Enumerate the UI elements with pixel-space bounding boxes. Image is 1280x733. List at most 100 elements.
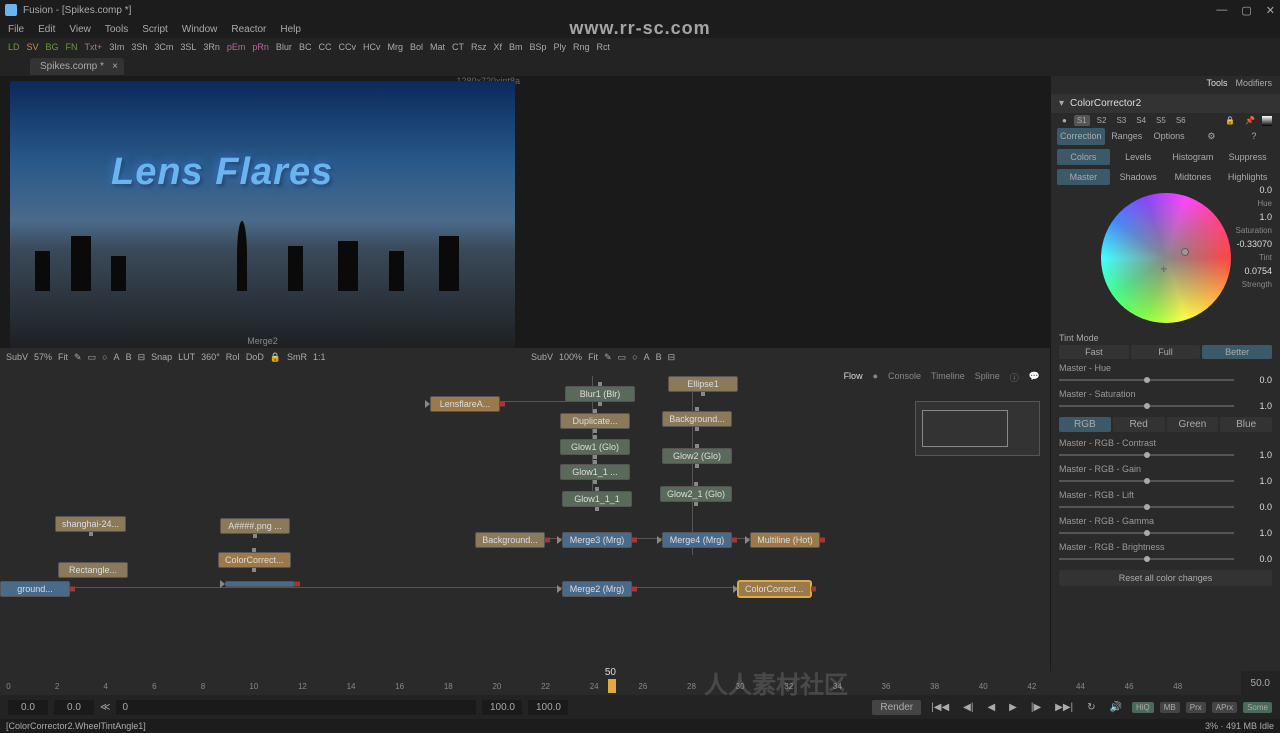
current-frame[interactable]: 0 bbox=[116, 700, 476, 715]
node-blur1[interactable]: Blur1 (Blr) bbox=[565, 386, 635, 402]
node-multiline[interactable]: Multiline (Hot) bbox=[750, 532, 820, 548]
node-merge4[interactable]: Merge4 (Mrg) bbox=[662, 532, 732, 548]
store-s1[interactable]: S1 bbox=[1074, 115, 1090, 126]
subv-label[interactable]: SubV bbox=[531, 352, 553, 362]
hiq-toggle[interactable]: HiQ bbox=[1132, 702, 1154, 713]
tool-icon[interactable]: ○ bbox=[632, 352, 637, 362]
lock-icon[interactable]: 🔒 bbox=[270, 352, 281, 363]
play-back-icon[interactable]: ◀ bbox=[983, 700, 999, 715]
store-s2[interactable]: S2 bbox=[1094, 115, 1110, 126]
ranges-tab[interactable]: Ranges bbox=[1107, 128, 1147, 145]
swatch-icon[interactable] bbox=[1262, 116, 1272, 126]
green-tab[interactable]: Green bbox=[1167, 417, 1219, 432]
param-value[interactable]: 0.0 bbox=[1240, 502, 1272, 512]
node-glow2[interactable]: Glow2 (Glo) bbox=[662, 448, 732, 464]
tool-icon[interactable]: ▭ bbox=[88, 352, 97, 363]
lock-icon[interactable]: 🔒 bbox=[1222, 115, 1238, 126]
aprx-toggle[interactable]: APrx bbox=[1212, 702, 1237, 713]
minimize-button[interactable]: — bbox=[1216, 4, 1227, 17]
console-tab[interactable]: Console bbox=[888, 371, 921, 384]
tool-rct[interactable]: Rct bbox=[597, 42, 611, 52]
tool-cc[interactable]: CC bbox=[318, 42, 331, 52]
timeline-tab[interactable]: Timeline bbox=[931, 371, 965, 384]
tool-3sh[interactable]: 3Sh bbox=[131, 42, 147, 52]
correction-tab[interactable]: Correction bbox=[1057, 128, 1105, 145]
red-tab[interactable]: Red bbox=[1113, 417, 1165, 432]
node-merge3[interactable]: Merge3 (Mrg) bbox=[562, 532, 632, 548]
wheel-marker[interactable] bbox=[1181, 248, 1189, 256]
range-start[interactable]: 0.0 bbox=[8, 700, 48, 715]
ratio-button[interactable]: 1:1 bbox=[313, 352, 326, 362]
insp-tools-tab[interactable]: Tools bbox=[1206, 78, 1227, 92]
mb-toggle[interactable]: MB bbox=[1160, 702, 1180, 713]
tint-value[interactable]: -0.33070 bbox=[1236, 239, 1272, 249]
flow-navigator[interactable] bbox=[915, 401, 1040, 456]
slider[interactable] bbox=[1059, 405, 1234, 407]
playhead[interactable]: 50 bbox=[608, 679, 616, 693]
step-fwd-icon[interactable]: |▶ bbox=[1027, 700, 1045, 715]
render-button[interactable]: Render bbox=[872, 700, 921, 715]
spline-tab[interactable]: Spline bbox=[975, 371, 1000, 384]
tool-rng[interactable]: Rng bbox=[573, 42, 590, 52]
in-point[interactable]: 0.0 bbox=[54, 700, 94, 715]
lut-button[interactable]: LUT bbox=[178, 352, 195, 362]
menu-script[interactable]: Script bbox=[142, 24, 168, 35]
store-s6[interactable]: S6 bbox=[1173, 115, 1189, 126]
timeline[interactable]: 50 0246810121416182022242628303234363840… bbox=[0, 671, 1280, 695]
flow-tab[interactable]: Flow bbox=[844, 371, 863, 384]
tool-bg[interactable]: BG bbox=[46, 42, 59, 52]
viewer-right[interactable]: SubV 100% Fit ✎ ▭ ○ A B ⊟ bbox=[525, 76, 1050, 366]
colors-tab[interactable]: Colors bbox=[1057, 149, 1110, 165]
tool-rsz[interactable]: Rsz bbox=[471, 42, 487, 52]
node-background-top[interactable]: Background... bbox=[662, 411, 732, 427]
options-tab[interactable]: Options bbox=[1149, 128, 1189, 145]
split-button[interactable]: ⊟ bbox=[668, 352, 676, 363]
menu-reactor[interactable]: Reactor bbox=[231, 24, 266, 35]
node-glow2-1[interactable]: Glow2_1 (Glo) bbox=[660, 486, 732, 502]
node-lensflare[interactable]: LensflareA... bbox=[430, 396, 500, 412]
shadows-tab[interactable]: Shadows bbox=[1112, 169, 1165, 185]
slider[interactable] bbox=[1059, 558, 1234, 560]
tool-ct[interactable]: CT bbox=[452, 42, 464, 52]
tool-bm[interactable]: Bm bbox=[509, 42, 523, 52]
tool-bc[interactable]: BC bbox=[299, 42, 312, 52]
a-button[interactable]: A bbox=[114, 352, 120, 362]
node-glow1-1-1[interactable]: Glow1_1_1 bbox=[562, 491, 632, 507]
slider[interactable] bbox=[1059, 506, 1234, 508]
slider[interactable] bbox=[1059, 480, 1234, 482]
smr-button[interactable]: SmR bbox=[287, 352, 307, 362]
tool-3cm[interactable]: 3Cm bbox=[154, 42, 173, 52]
strength-value[interactable]: 0.0754 bbox=[1236, 266, 1272, 276]
store-s3[interactable]: S3 bbox=[1113, 115, 1129, 126]
subv-label[interactable]: SubV bbox=[6, 352, 28, 362]
menu-tools[interactable]: Tools bbox=[105, 24, 128, 35]
sat-value[interactable]: 1.0 bbox=[1236, 212, 1272, 222]
navigator-viewbox[interactable] bbox=[922, 410, 1008, 447]
menu-help[interactable]: Help bbox=[280, 24, 301, 35]
tool-3im[interactable]: 3Im bbox=[109, 42, 124, 52]
tool-pem[interactable]: pEm bbox=[227, 42, 246, 52]
insp-modifiers-tab[interactable]: Modifiers bbox=[1235, 78, 1272, 92]
tool-icon[interactable]: ✎ bbox=[604, 352, 612, 363]
node-glow1[interactable]: Glow1 (Glo) bbox=[560, 439, 630, 455]
tool-ld[interactable]: LD bbox=[8, 42, 20, 52]
rgb-tab[interactable]: RGB bbox=[1059, 417, 1111, 432]
tool-ccv[interactable]: CCv bbox=[338, 42, 356, 52]
dod-button[interactable]: DoD bbox=[246, 352, 264, 362]
node-background1[interactable]: Background... bbox=[475, 532, 545, 548]
play-icon[interactable]: ▶ bbox=[1005, 700, 1021, 715]
zoom-value[interactable]: 57% bbox=[34, 352, 52, 362]
node-colorcorrect[interactable]: ColorCorrect... bbox=[738, 581, 811, 597]
deg-button[interactable]: 360° bbox=[201, 352, 220, 362]
param-value[interactable]: 1.0 bbox=[1240, 476, 1272, 486]
tool-xf[interactable]: Xf bbox=[493, 42, 502, 52]
node-glow1-1[interactable]: Glow1_1 ... bbox=[560, 464, 630, 480]
param-value[interactable]: 0.0 bbox=[1240, 375, 1272, 385]
slider[interactable] bbox=[1059, 379, 1234, 381]
some-toggle[interactable]: Some bbox=[1243, 702, 1272, 713]
store-s5[interactable]: S5 bbox=[1153, 115, 1169, 126]
pin-icon[interactable]: 📌 bbox=[1242, 115, 1258, 126]
info-icon[interactable]: ⓘ bbox=[1010, 371, 1019, 384]
node-rectangle[interactable]: Rectangle... bbox=[58, 562, 128, 578]
hue-value[interactable]: 0.0 bbox=[1236, 185, 1272, 195]
